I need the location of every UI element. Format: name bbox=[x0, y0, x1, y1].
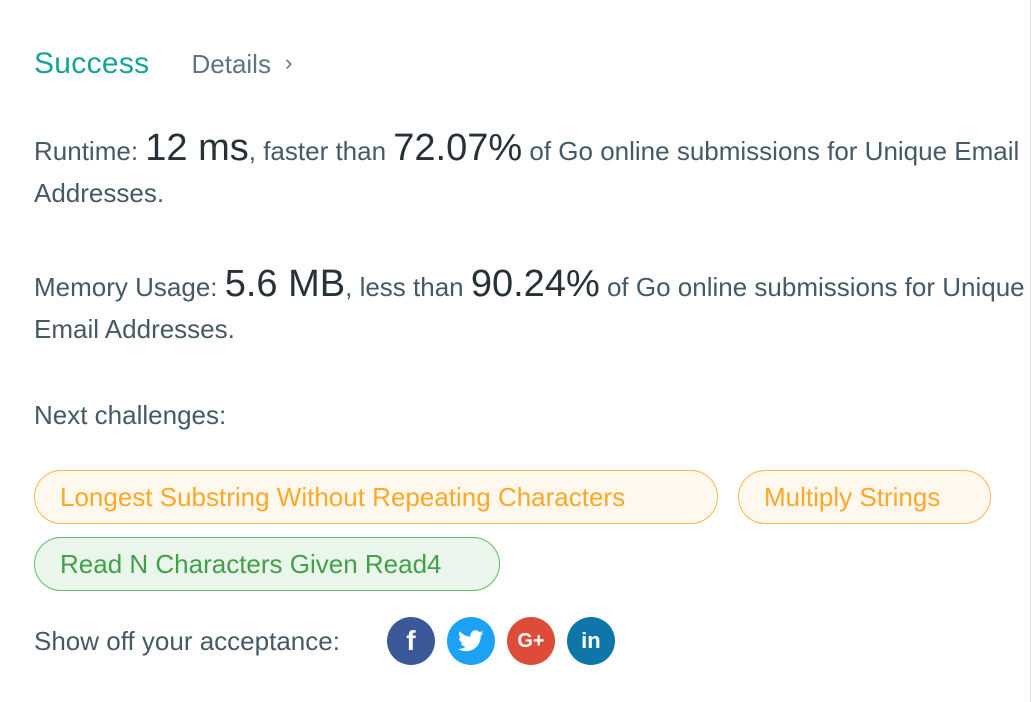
result-header: Success Details › bbox=[34, 44, 292, 84]
social-buttons: f G+ in bbox=[386, 617, 627, 665]
challenge-chip[interactable]: Read N Characters Given Read4 bbox=[34, 537, 500, 591]
facebook-icon: f bbox=[406, 625, 416, 656]
runtime-value: 12 ms bbox=[145, 127, 249, 169]
memory-label: Memory Usage: bbox=[34, 272, 225, 302]
share-label: Show off your acceptance: bbox=[34, 625, 340, 656]
runtime-percent: 72.07% bbox=[393, 127, 523, 169]
memory-percent: 90.24% bbox=[470, 263, 600, 305]
share-row: Show off your acceptance: f G+ in bbox=[34, 616, 627, 666]
memory-comparison: , less than bbox=[345, 272, 471, 302]
linkedin-icon: in bbox=[581, 628, 601, 653]
details-label: Details bbox=[191, 48, 271, 79]
memory-stat: Memory Usage: 5.6 MB, less than 90.24% o… bbox=[34, 263, 1030, 350]
status-title: Success bbox=[34, 47, 150, 80]
chevron-right-icon: › bbox=[284, 50, 293, 75]
panel-border bbox=[1030, 0, 1031, 702]
next-challenges-label: Next challenges: bbox=[34, 400, 227, 430]
linkedin-share-button[interactable]: in bbox=[566, 617, 615, 665]
runtime-comparison: , faster than bbox=[248, 136, 394, 166]
challenge-chip[interactable]: Longest Substring Without Repeating Char… bbox=[34, 470, 718, 524]
details-link[interactable]: Details › bbox=[191, 49, 292, 80]
challenge-chip[interactable]: Multiply Strings bbox=[738, 470, 991, 524]
twitter-icon bbox=[457, 630, 484, 652]
google-plus-share-button[interactable]: G+ bbox=[506, 617, 555, 665]
runtime-label: Runtime: bbox=[34, 136, 146, 166]
facebook-share-button[interactable]: f bbox=[386, 617, 435, 665]
google-plus-icon: G+ bbox=[517, 629, 545, 652]
runtime-stat: Runtime: 12 ms, faster than 72.07% of Go… bbox=[34, 127, 1030, 214]
memory-value: 5.6 MB bbox=[224, 263, 346, 305]
twitter-share-button[interactable] bbox=[446, 617, 495, 665]
